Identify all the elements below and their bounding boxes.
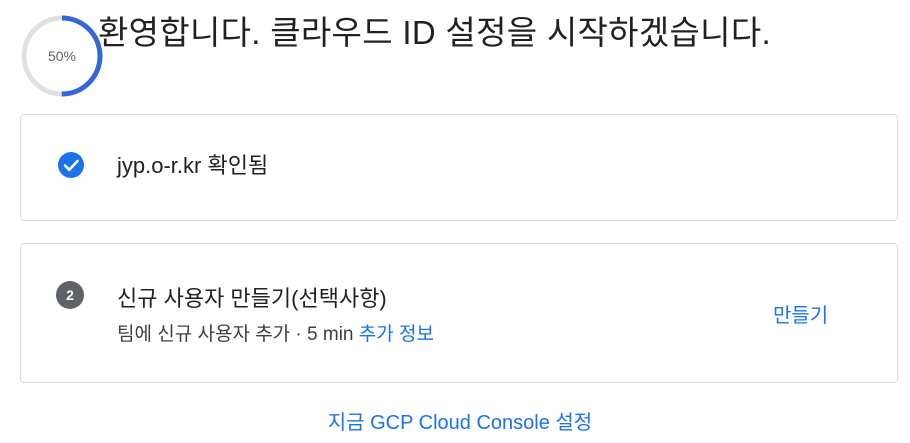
create-button[interactable]: 만들기: [773, 299, 828, 328]
step-subtitle-text: 팀에 신규 사용자 추가 · 5 min: [117, 324, 354, 345]
page-title: 환영합니다. 클라우드 ID 설정을 시작하겠습니다.: [98, 14, 771, 51]
more-info-link[interactable]: 추가 정보: [359, 324, 434, 345]
domain-verified-text: jyp.o-r.kr 확인됨: [117, 153, 269, 178]
step-card-verified: jyp.o-r.kr 확인됨: [20, 114, 898, 221]
step-number-badge: 2: [56, 281, 84, 309]
progress-label: 50%: [47, 48, 77, 64]
progress-ring: 50%: [20, 14, 104, 98]
step-title: 신규 사용자 만들기(선택사항): [117, 286, 387, 311]
gcp-console-link[interactable]: 지금 GCP Cloud Console 설정: [0, 406, 910, 435]
step-subtitle: 팀에 신규 사용자 추가 · 5 min 추가 정보: [117, 319, 434, 346]
header: 50%: [20, 14, 104, 98]
check-circle-icon: [58, 152, 84, 178]
setup-page: 50% 환영합니다. 클라우드 ID 설정을 시작하겠습니다. jyp.o-r.…: [0, 0, 910, 443]
step-card-create-users: 2 신규 사용자 만들기(선택사항) 팀에 신규 사용자 추가 · 5 min …: [20, 243, 898, 383]
